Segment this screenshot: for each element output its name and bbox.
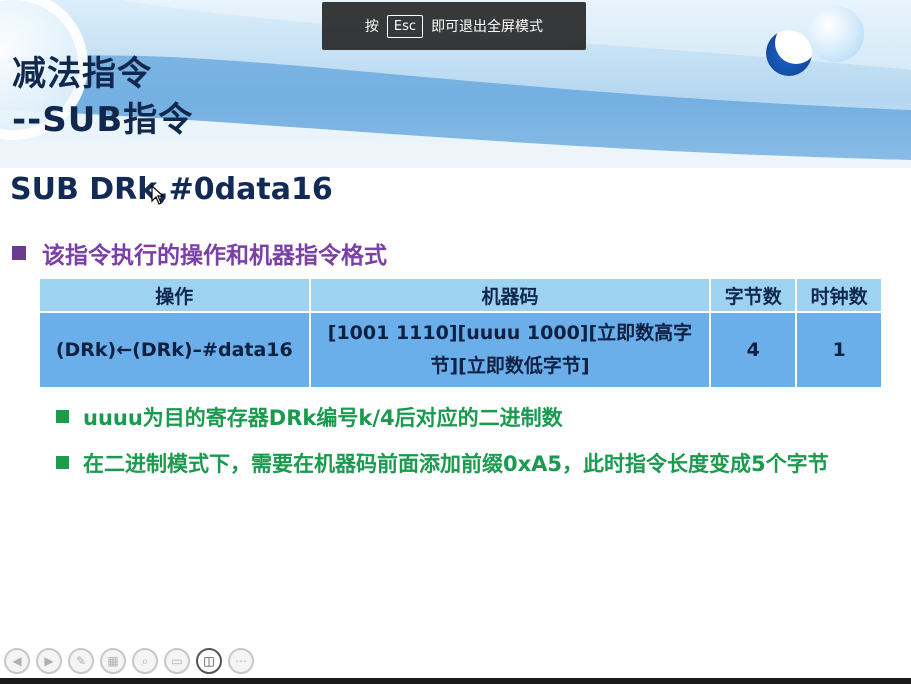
bottom-edge — [0, 678, 911, 684]
more-icon[interactable]: ⋯ — [228, 648, 254, 674]
sub-bullet-1: uuuu为目的寄存器DRk编号k/4后对应的二进制数 — [56, 400, 883, 436]
hint-suffix: 即可退出全屏模式 — [431, 19, 544, 35]
header-clocks: 时钟数 — [795, 277, 883, 313]
prev-icon[interactable]: ◀ — [4, 648, 30, 674]
next-icon[interactable]: ▶ — [36, 648, 62, 674]
header-bytes: 字节数 — [709, 277, 798, 313]
bullet-square-icon — [56, 410, 69, 423]
camera-icon[interactable]: ◫ — [196, 648, 222, 674]
moon-logo-icon — [766, 30, 812, 76]
cell-clocks: 1 — [795, 311, 883, 389]
sub-bullet-text: uuuu为目的寄存器DRk编号k/4后对应的二进制数 — [83, 406, 563, 430]
hint-prefix: 按 — [364, 19, 379, 35]
slide-title-line2: --SUB指令 — [12, 100, 194, 140]
cell-machine-code: [1001 1110][uuuu 1000][立即数高字节][立即数低字节] — [308, 311, 712, 389]
cell-operation: (DRk)←(DRk)–#data16 — [38, 311, 311, 389]
bubble-decoration — [808, 6, 864, 62]
sub-bullet-2: 在二进制模式下，需要在机器码前面添加前缀0xA5，此时指令长度变成5个字节 — [56, 446, 883, 482]
presentation-toolbar: ◀ ▶ ✎ ▦ ⌕ ▭ ◫ ⋯ — [4, 648, 254, 674]
slide-title-line1: 减法指令 — [12, 54, 152, 94]
main-bullet: 该指令执行的操作和机器指令格式 — [12, 236, 387, 270]
main-bullet-text: 该指令执行的操作和机器指令格式 — [42, 243, 387, 269]
sub-bullet-text: 在二进制模式下，需要在机器码前面添加前缀0xA5，此时指令长度变成5个字节 — [83, 452, 829, 476]
slides-icon[interactable]: ▦ — [100, 648, 126, 674]
pen-icon[interactable]: ✎ — [68, 648, 94, 674]
cell-bytes: 4 — [709, 311, 798, 389]
bullet-square-icon — [56, 456, 69, 469]
zoom-icon[interactable]: ⌕ — [132, 648, 158, 674]
instruction-syntax: SUB DRk,#0data16 — [10, 172, 333, 207]
slide: 减法指令 --SUB指令 SUB DRk,#0data16 该指令执行的操作和机… — [0, 0, 911, 684]
instruction-format-table: 操作 机器码 字节数 时钟数 (DRk)←(DRk)–#data16 [1001… — [38, 277, 883, 389]
header-machine-code: 机器码 — [308, 277, 712, 313]
fullscreen-exit-hint: 按 Esc 即可退出全屏模式 — [322, 2, 586, 50]
table-header-row: 操作 机器码 字节数 时钟数 — [38, 277, 883, 313]
esc-key: Esc — [386, 14, 424, 38]
bullet-square-icon — [12, 246, 26, 260]
header-operation: 操作 — [38, 277, 311, 313]
table-row: (DRk)←(DRk)–#data16 [1001 1110][uuuu 100… — [38, 311, 883, 389]
screen-icon[interactable]: ▭ — [164, 648, 190, 674]
mouse-cursor-icon — [151, 185, 165, 205]
